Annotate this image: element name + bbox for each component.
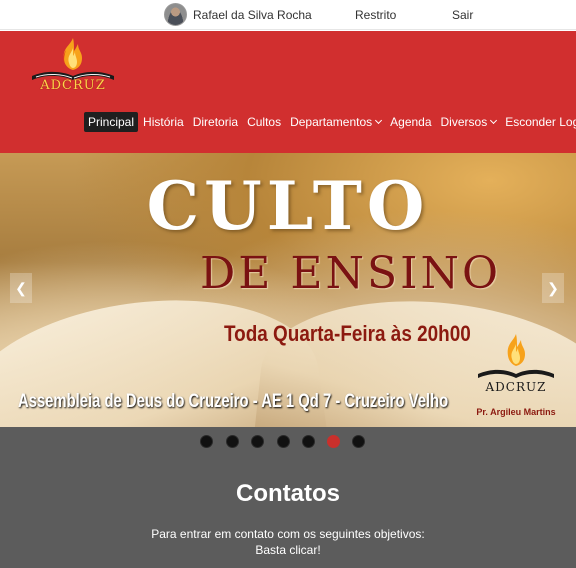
carousel-indicator-active[interactable]: [327, 435, 340, 448]
nav-diversos-label: Diversos: [440, 115, 488, 129]
carousel-prev-button[interactable]: ❮: [10, 273, 32, 303]
restrito-link[interactable]: Restrito: [355, 8, 396, 22]
contatos-section: Contatos Para entrar em contato com os s…: [0, 427, 576, 568]
user-bar: Rafael da Silva Rocha Restrito Sair: [0, 0, 576, 30]
slide-logo-name: ADCRUZ: [485, 380, 547, 394]
contatos-line-1: Para entrar em contato com os seguintes …: [151, 527, 425, 541]
chevron-left-icon: ❮: [15, 279, 27, 296]
main-nav: Principal História Diretoria Cultos Depa…: [84, 111, 576, 133]
carousel-indicator[interactable]: [352, 435, 365, 448]
nav-cultos[interactable]: Cultos: [243, 112, 285, 132]
contatos-line-2: Basta clicar!: [255, 543, 321, 557]
slide-pastor: Pr. Argileu Martins: [476, 407, 556, 417]
chevron-right-icon: ❯: [547, 279, 559, 296]
carousel-indicator[interactable]: [226, 435, 239, 448]
logout-link[interactable]: Sair: [452, 8, 473, 22]
chevron-down-icon: [490, 116, 498, 125]
carousel-indicator[interactable]: [277, 435, 290, 448]
carousel-indicators: [0, 435, 576, 449]
contatos-description: Para entrar em contato com os seguintes …: [0, 526, 576, 558]
slide-title: CULTO: [146, 167, 430, 245]
nav-agenda[interactable]: Agenda: [386, 112, 435, 132]
avatar[interactable]: [164, 3, 187, 26]
slide-schedule: Toda Quarta-Feira às 20h00: [224, 321, 471, 346]
chevron-down-icon: [375, 116, 383, 125]
nav-diversos[interactable]: Diversos: [437, 112, 501, 132]
nav-diretoria[interactable]: Diretoria: [189, 112, 242, 132]
nav-departamentos[interactable]: Departamentos: [286, 112, 385, 132]
carousel-indicator[interactable]: [200, 435, 213, 448]
nav-departamentos-label: Departamentos: [290, 115, 373, 129]
nav-historia[interactable]: História: [139, 112, 188, 132]
site-header: ADCRUZ Principal História Diretoria Cult…: [0, 31, 576, 153]
nav-esconder-login[interactable]: Esconder Login: [501, 112, 576, 132]
username[interactable]: Rafael da Silva Rocha: [193, 8, 312, 22]
carousel-indicator[interactable]: [251, 435, 264, 448]
banner-carousel[interactable]: CULTO DE ENSINO Toda Quarta-Feira às 20h…: [0, 153, 576, 427]
logo-text: ADCRUZ: [40, 78, 106, 93]
carousel-next-button[interactable]: ❯: [542, 273, 564, 303]
carousel-indicator[interactable]: [302, 435, 315, 448]
nav-principal[interactable]: Principal: [84, 112, 139, 132]
contatos-title: Contatos: [236, 480, 340, 507]
slide-address: Assembleia de Deus do Cruzeiro - AE 1 Qd…: [18, 391, 449, 412]
slide-subtitle: DE ENSINO: [200, 248, 502, 299]
